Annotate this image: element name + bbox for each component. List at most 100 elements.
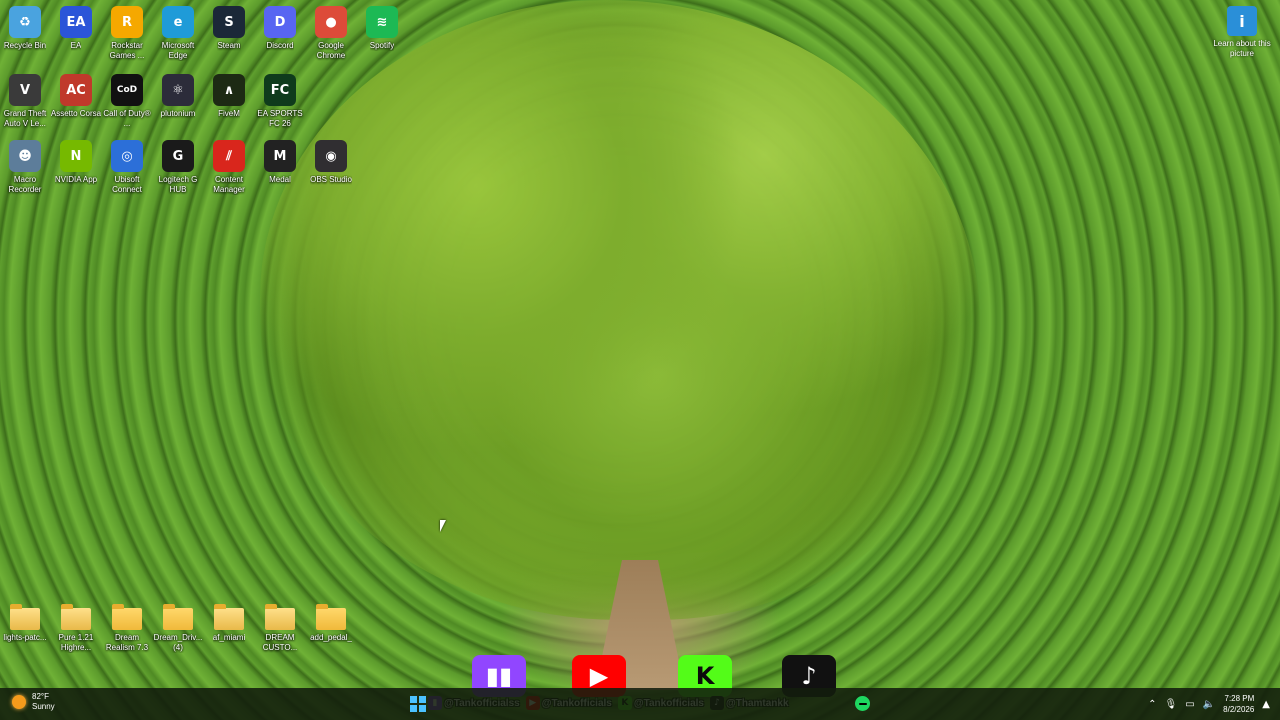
icon-label: Logitech G HUB xyxy=(158,175,198,194)
chrome-icon: ● xyxy=(315,6,347,38)
assetto-corsa-icon: AC xyxy=(60,74,92,106)
desktop-icon-file[interactable]: DREAM CUSTO... xyxy=(254,600,306,666)
icon-label: Microsoft Edge xyxy=(161,41,195,60)
microphone-icon[interactable]: 🎙 xyxy=(1165,699,1178,710)
file-icon xyxy=(214,604,244,630)
sun-icon xyxy=(12,695,26,709)
desktop-icon-gta[interactable]: V Grand Theft Auto V Le... xyxy=(0,70,51,136)
desktop-icon-call-of-duty[interactable]: CoD Call of Duty® ... xyxy=(101,70,153,136)
network-icon[interactable]: ▭ xyxy=(1185,699,1194,710)
desktop-icon-steam[interactable]: S Steam xyxy=(203,2,255,68)
logitech-icon: G xyxy=(162,140,194,172)
icon-label: Medal xyxy=(269,175,291,184)
desktop-icon-content-manager[interactable]: ⫽ Content Manager xyxy=(203,136,255,202)
desktop-icon-edge[interactable]: e Microsoft Edge xyxy=(152,2,204,68)
edge-icon: e xyxy=(162,6,194,38)
icon-label: NVIDIA App xyxy=(54,175,98,184)
clock[interactable]: 7:28 PM 8/2/2026 xyxy=(1223,693,1254,715)
desktop-icon-chrome[interactable]: ● Google Chrome xyxy=(305,2,357,68)
icon-label: Ubisoft Connect xyxy=(112,175,142,194)
icon-label: Rockstar Games ... xyxy=(109,41,145,60)
desktop-icon-plutonium[interactable]: ⚛ plutonium xyxy=(152,70,204,136)
icon-label: Content Manager xyxy=(213,175,245,194)
system-tray: ⌃ 🎙 ▭ 🔈 7:28 PM 8/2/2026 ▲ xyxy=(1148,688,1270,720)
icon-label: FiveM xyxy=(218,109,240,118)
icon-label: Steam xyxy=(217,41,241,50)
macro-recorder-icon: ☻ xyxy=(9,140,41,172)
desktop-icon-folder[interactable]: Dream_Driv... (4) xyxy=(152,600,204,666)
chevron-up-icon[interactable]: ⌃ xyxy=(1148,699,1156,710)
icon-label: Macro Recorder xyxy=(8,175,42,194)
desktop-icon-macro-recorder[interactable]: ☻ Macro Recorder xyxy=(0,136,51,202)
weather-temp: 82°F xyxy=(32,692,49,701)
wallpaper-tree xyxy=(260,0,980,620)
desktop-icon-ea[interactable]: EA EA xyxy=(50,2,102,68)
desktop-icon-medal[interactable]: M Medal xyxy=(254,136,306,202)
desktop-icon-recycle-bin[interactable]: ♻ Recycle Bin xyxy=(0,2,51,68)
steam-icon: S xyxy=(213,6,245,38)
icon-label: OBS Studio xyxy=(310,175,352,184)
icon-label: Grand Theft Auto V Le... xyxy=(3,109,47,128)
content-manager-icon: ⫽ xyxy=(213,140,245,172)
ea-icon: EA xyxy=(60,6,92,38)
desktop-icon-nvidia[interactable]: N NVIDIA App xyxy=(50,136,102,202)
rockstar-icon: R xyxy=(111,6,143,38)
nvidia-icon: N xyxy=(60,140,92,172)
icon-label: lights-patc... xyxy=(3,633,47,642)
mouse-cursor-icon xyxy=(440,520,446,532)
recycle-bin-icon: ♻ xyxy=(9,6,41,38)
plutonium-icon: ⚛ xyxy=(162,74,194,106)
obs-icon: ◉ xyxy=(315,140,347,172)
desktop-icon-folder[interactable]: add_pedal_ xyxy=(305,600,357,666)
ubisoft-icon: ◎ xyxy=(111,140,143,172)
icon-label: Discord xyxy=(266,41,294,50)
info-icon: i xyxy=(1227,6,1257,36)
icon-label: af_miami xyxy=(212,633,246,642)
desktop-icon-file[interactable]: lights-patc... xyxy=(0,600,51,666)
desktop-icon-discord[interactable]: D Discord xyxy=(254,2,306,68)
medal-icon: M xyxy=(264,140,296,172)
learn-label: Learn about this picture xyxy=(1213,39,1271,58)
icon-label: plutonium xyxy=(160,109,196,118)
desktop-icon-spotify[interactable]: ≋ Spotify xyxy=(356,2,408,68)
desktop-icon-assetto-corsa[interactable]: AC Assetto Corsa xyxy=(50,70,102,136)
desktop-icon-rockstar[interactable]: R Rockstar Games ... xyxy=(101,2,153,68)
desktop-icon-obs[interactable]: ◉ OBS Studio xyxy=(305,136,357,202)
file-icon xyxy=(10,604,40,630)
start-button[interactable] xyxy=(410,696,426,712)
icon-label: Dream_Driv... (4) xyxy=(153,633,203,652)
desktop-icon-fivem[interactable]: ∧ FiveM xyxy=(203,70,255,136)
icon-label: Assetto Corsa xyxy=(50,109,102,118)
taskbar: 82°F Sunny ⌃ 🎙 ▭ 🔈 7:28 PM 8/2/2026 ▲ xyxy=(0,688,1280,720)
discord-icon: D xyxy=(264,6,296,38)
folder-icon xyxy=(316,604,346,630)
icon-label: Spotify xyxy=(369,41,395,50)
weather-desc: Sunny xyxy=(32,702,55,711)
spotify-icon: ≋ xyxy=(366,6,398,38)
file-icon xyxy=(61,604,91,630)
icon-label: Google Chrome xyxy=(316,41,346,60)
notification-bell-icon[interactable]: ▲ xyxy=(1262,699,1270,710)
desktop-icon-ubisoft[interactable]: ◎ Ubisoft Connect xyxy=(101,136,153,202)
icon-label: DREAM CUSTO... xyxy=(262,633,298,652)
weather-widget[interactable]: 82°F Sunny xyxy=(12,692,55,712)
icon-label: Dream Realism 7.3 xyxy=(105,633,149,652)
desktop-icon-file[interactable]: Pure 1.21 Highre... xyxy=(50,600,102,666)
fivem-icon: ∧ xyxy=(213,74,245,106)
icon-label: add_pedal_ xyxy=(310,633,352,642)
desktop-icon-file[interactable]: af_miami xyxy=(203,600,255,666)
clock-time: 7:28 PM xyxy=(1224,694,1255,703)
ea-fc-icon: FC xyxy=(264,74,296,106)
volume-icon[interactable]: 🔈 xyxy=(1203,699,1215,710)
folder-icon xyxy=(112,604,142,630)
gta-icon: V xyxy=(9,74,41,106)
icon-label: Call of Duty® ... xyxy=(103,109,151,128)
desktop-icon-logitech[interactable]: G Logitech G HUB xyxy=(152,136,204,202)
desktop-icon-ea-fc[interactable]: FC EA SPORTS FC 26 xyxy=(254,70,306,136)
clock-date: 8/2/2026 xyxy=(1223,705,1255,714)
call-of-duty-icon: CoD xyxy=(111,74,143,106)
taskbar-spotify-icon[interactable] xyxy=(855,696,870,711)
learn-about-picture[interactable]: i Learn about this picture xyxy=(1212,4,1272,59)
desktop-icon-folder[interactable]: Dream Realism 7.3 xyxy=(101,600,153,666)
file-icon xyxy=(265,604,295,630)
